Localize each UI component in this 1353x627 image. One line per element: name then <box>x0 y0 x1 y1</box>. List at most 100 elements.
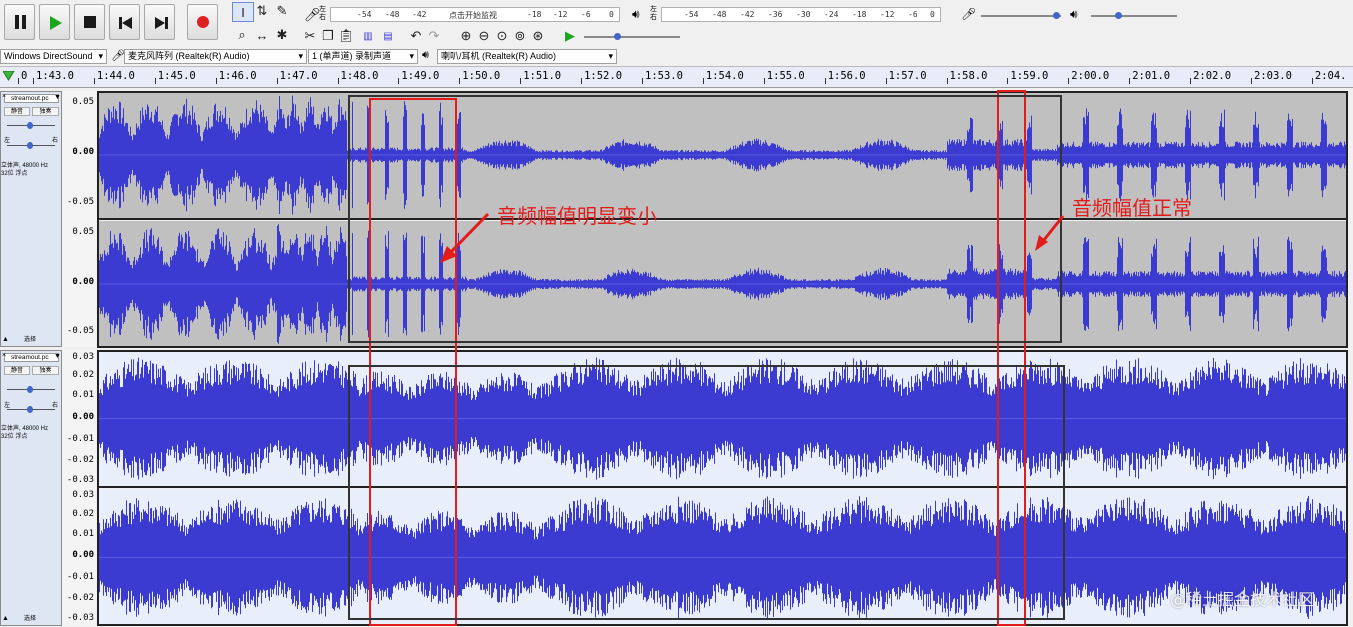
slider-thumb[interactable] <box>614 33 621 40</box>
time-label: 1:58.0 <box>949 70 988 82</box>
draw-tool-icon[interactable]: ✎ <box>272 2 292 20</box>
track-name-button[interactable]: streamout.pc <box>4 94 59 103</box>
select-button[interactable]: 选择 <box>11 615 49 624</box>
timeshift-tool-icon[interactable]: ↔ <box>252 26 272 44</box>
skip-end-button[interactable] <box>144 4 175 40</box>
pan-slider[interactable] <box>7 406 55 413</box>
time-tick <box>1129 78 1131 84</box>
slider-thumb[interactable] <box>27 122 33 129</box>
record-meter[interactable]: -54 -48 -42 点击开始监视 -18 -12 -6 0 <box>330 7 620 22</box>
vertical-scale[interactable]: 0.03 0.02 0.01 0.00 -0.01 -0.02 -0.03 0.… <box>62 350 96 626</box>
mute-button[interactable]: 静音 <box>4 366 30 375</box>
time-tick <box>93 78 95 84</box>
slider-thumb[interactable] <box>1053 12 1060 19</box>
pause-button[interactable] <box>4 4 35 40</box>
multi-tool-icon[interactable]: ✱ <box>272 26 292 44</box>
record-channels-select[interactable]: 1 (单声道) 录制声道 <box>308 49 418 64</box>
meter-tick: -6 <box>908 10 918 19</box>
track-control-panel[interactable]: streamout.pc × ▼ 静音 独奏 左 右 立体声, 48000 Hz… <box>0 350 62 626</box>
fit-selection-icon[interactable]: ⊙ <box>492 27 512 45</box>
record-button[interactable] <box>187 4 218 40</box>
zoom-toggle-icon[interactable]: ⊛ <box>528 27 548 45</box>
edit-toolbar: ✂ ❐ 📋︎ ▥ ▤ ↶ ↷ ⊕ ⊖ ⊙ ⊚ ⊛ ▶ <box>300 26 600 46</box>
fit-project-icon[interactable]: ⊚ <box>510 27 530 45</box>
silence-icon[interactable]: ▤ <box>378 27 398 45</box>
time-label: 1:49.0 <box>401 70 440 82</box>
solo-button[interactable]: 独奏 <box>32 366 59 375</box>
time-tick <box>581 78 583 84</box>
pan-left-label: 左 <box>4 138 11 144</box>
slider-thumb[interactable] <box>27 406 33 413</box>
meter-tick: -6 <box>581 10 591 19</box>
envelope-tool-icon[interactable]: ⇅ <box>252 2 272 20</box>
selection-tool-icon[interactable]: I <box>232 2 254 22</box>
paste-icon[interactable]: 📋︎ <box>336 27 356 45</box>
time-tick <box>459 78 461 84</box>
pan-right-label: 右 <box>52 403 59 409</box>
annotation-text-left: 音频幅值明显变小 <box>497 204 657 228</box>
play-meter[interactable]: -54 -48 -42 -36 -30 -24 -18 -12 -6 0 <box>661 7 941 22</box>
playback-volume-slider[interactable] <box>1091 12 1177 19</box>
time-label: 1:53.0 <box>645 70 683 82</box>
play-speed-slider[interactable] <box>584 33 680 40</box>
playback-device-select[interactable]: 喇叭/耳机 (Realtek(R) Audio) <box>437 49 617 64</box>
zoom-tool-icon[interactable]: ⌕ <box>232 26 252 44</box>
stop-icon <box>84 16 96 28</box>
meter-tick: 0 <box>609 10 614 19</box>
redo-icon[interactable]: ↷ <box>424 27 444 45</box>
play-head-icon[interactable] <box>3 71 15 81</box>
close-icon[interactable]: × <box>2 93 6 100</box>
scale-label: 0.00 <box>72 412 94 422</box>
trim-icon[interactable]: ▥ <box>358 27 378 45</box>
speaker-icon[interactable]: 🔊︎ <box>632 7 640 22</box>
collapse-icon[interactable]: ▲ <box>2 336 9 343</box>
scale-label: 0.05 <box>72 97 94 107</box>
record-device-select[interactable]: 麦克风阵列 (Realtek(R) Audio) <box>124 49 307 64</box>
recording-volume-slider[interactable] <box>981 12 1061 19</box>
stop-button[interactable] <box>74 4 105 40</box>
gain-slider[interactable] <box>7 122 55 129</box>
select-button[interactable]: 选择 <box>11 336 49 345</box>
channel-left-label: 左 <box>650 6 657 13</box>
chevron-down-icon[interactable]: ▼ <box>54 353 61 360</box>
meter-tick: -48 <box>712 10 727 19</box>
mute-button[interactable]: 静音 <box>4 107 30 116</box>
time-tick <box>337 78 339 84</box>
undo-icon[interactable]: ↶ <box>406 27 426 45</box>
skip-start-button[interactable] <box>109 4 140 40</box>
track-2-waveform[interactable] <box>97 350 1348 626</box>
collapse-icon[interactable]: ▲ <box>2 615 9 622</box>
meter-tick: -42 <box>740 10 755 19</box>
zoom-out-icon[interactable]: ⊖ <box>474 27 494 45</box>
play-button[interactable] <box>39 4 70 40</box>
zoom-in-icon[interactable]: ⊕ <box>456 27 476 45</box>
copy-icon[interactable]: ❐ <box>318 27 338 45</box>
vertical-scale[interactable]: 0.05 0.00 -0.05 0.05 0.00 -0.05 <box>62 91 96 347</box>
solo-button[interactable]: 独奏 <box>32 107 59 116</box>
time-tick <box>642 78 643 84</box>
microphone-icon: 🎤︎ <box>961 7 977 21</box>
time-tick <box>702 78 704 84</box>
track-control-panel[interactable]: streamout.pc × ▼ 静音 独奏 左 右 立体声, 48000 Hz… <box>0 91 62 347</box>
audio-host-select[interactable]: Windows DirectSound <box>0 49 107 64</box>
close-icon[interactable]: × <box>2 352 6 359</box>
play-meter-toolbar: 🔊︎ 左右 -54 -48 -42 -36 -30 -24 -18 -12 -6… <box>628 4 948 26</box>
track-name-button[interactable]: streamout.pc <box>4 353 59 362</box>
chevron-down-icon[interactable]: ▼ <box>54 94 61 101</box>
time-tick <box>946 78 948 84</box>
channel-left-label: 左 <box>319 6 326 13</box>
scale-label: -0.02 <box>66 593 94 603</box>
time-label: 1:50.0 <box>462 70 501 82</box>
track-sample-format-label: 32位 浮点 <box>1 434 28 440</box>
time-label: 2:02.0 <box>1193 70 1232 82</box>
slider-thumb[interactable] <box>27 386 33 393</box>
time-tick <box>763 78 765 84</box>
pan-slider[interactable] <box>7 142 55 149</box>
gain-slider[interactable] <box>7 386 55 393</box>
cut-icon[interactable]: ✂ <box>300 27 320 45</box>
scale-label: -0.01 <box>66 572 94 582</box>
play-at-speed-icon[interactable]: ▶ <box>560 27 580 45</box>
microphone-icon: 🎤︎ <box>111 50 125 62</box>
slider-thumb[interactable] <box>1115 12 1122 19</box>
slider-thumb[interactable] <box>27 142 33 149</box>
